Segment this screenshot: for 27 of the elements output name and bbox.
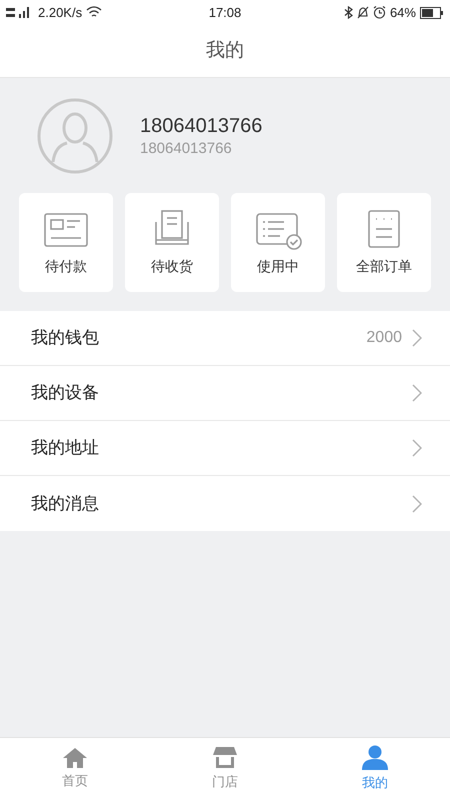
bluetooth-icon <box>344 6 353 19</box>
menu-item[interactable]: 我的设备 <box>0 366 450 421</box>
store-icon <box>212 746 238 770</box>
status-time: 17:08 <box>208 4 242 22</box>
network-speed: 2.20K/s <box>38 4 82 22</box>
avatar-icon <box>37 98 113 174</box>
battery-icon <box>420 6 444 18</box>
battery-level: 64% <box>390 4 416 22</box>
phone-number: 18064013766 <box>140 114 262 139</box>
order-status-button[interactable]: 待收货 <box>125 193 219 292</box>
menu-item[interactable]: 我的消息 <box>0 476 450 531</box>
wifi-icon <box>86 6 102 19</box>
alarm-icon <box>372 6 386 19</box>
menu-item[interactable]: 我的钱包 2000 <box>0 311 450 366</box>
order-status-button[interactable]: 全部订单 <box>337 193 431 292</box>
order-status-button[interactable]: 使用中 <box>231 193 325 292</box>
chevron-icon <box>412 329 422 347</box>
chevron-icon <box>412 494 422 512</box>
chevron-icon <box>412 439 422 457</box>
chevron-icon <box>412 384 422 402</box>
home-icon <box>62 747 88 770</box>
bell-icon <box>356 6 369 19</box>
person-icon <box>361 745 389 772</box>
account-id: 18064013766 <box>140 139 233 159</box>
page-title: 我的 <box>206 38 244 63</box>
order-status-button[interactable]: 待付款 <box>19 193 113 292</box>
menu-item[interactable]: 我的地址 <box>0 421 450 476</box>
